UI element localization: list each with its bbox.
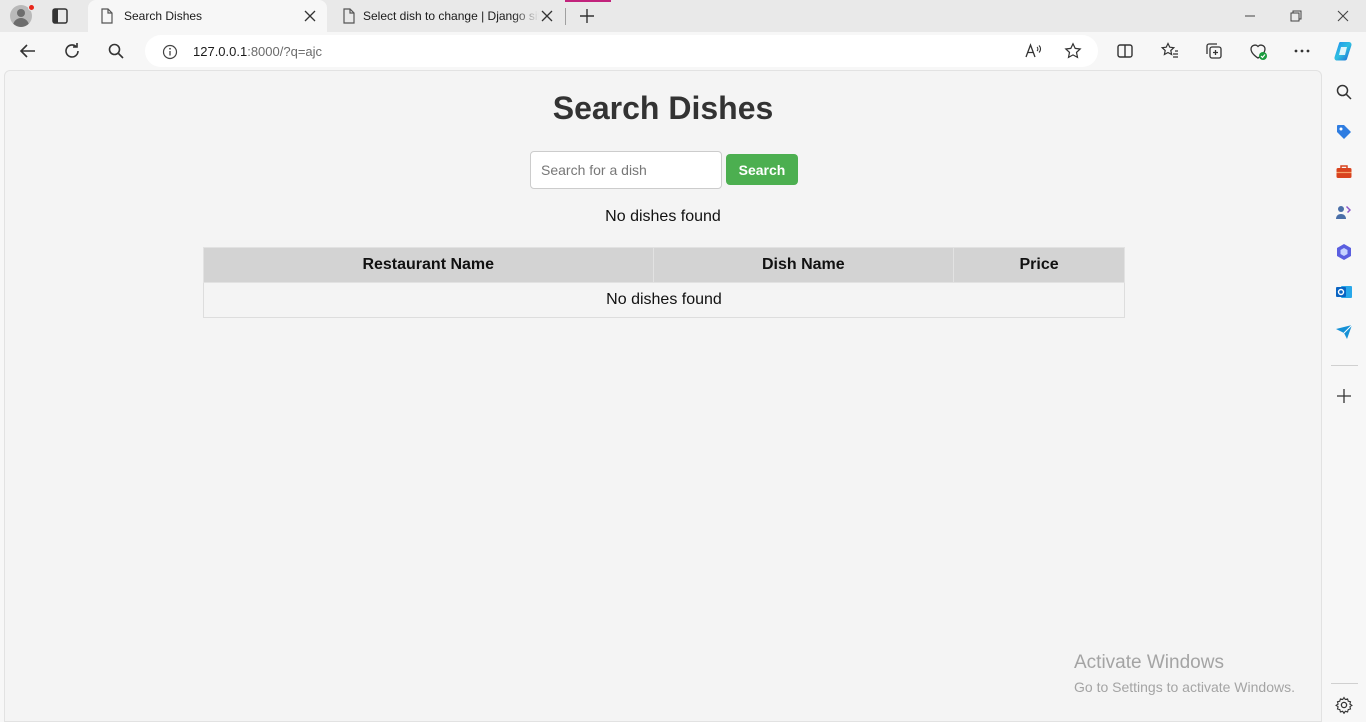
page-icon — [101, 8, 113, 24]
url-path: :8000/?q=ajc — [247, 44, 323, 59]
read-aloud-icon[interactable] — [1024, 42, 1042, 60]
column-header-price: Price — [953, 247, 1125, 283]
tab-django-admin[interactable]: Select dish to change | Django site admi… — [330, 0, 564, 32]
windows-activation-watermark: Activate Windows Go to Settings to activ… — [1074, 652, 1295, 695]
m365-icon[interactable] — [1335, 243, 1353, 261]
copilot-icon[interactable] — [1332, 39, 1356, 63]
column-header-dish: Dish Name — [652, 247, 955, 283]
info-icon[interactable] — [162, 44, 178, 60]
search-icon[interactable] — [106, 41, 126, 61]
new-tab-accent — [565, 0, 611, 2]
split-screen-icon[interactable] — [1115, 41, 1135, 61]
watermark-subtitle: Go to Settings to activate Windows. — [1074, 679, 1295, 695]
refresh-icon[interactable] — [62, 41, 82, 61]
favorites-icon[interactable] — [1160, 41, 1180, 61]
restore-icon[interactable] — [1288, 8, 1304, 24]
tools-briefcase-icon[interactable] — [1335, 163, 1353, 181]
browser-toolbar: 127.0.0.1:8000/?q=ajc — [0, 32, 1366, 70]
table-header-row: Restaurant Name Dish Name Price — [203, 247, 1125, 283]
page-title: Search Dishes — [552, 90, 774, 126]
search-input[interactable] — [530, 151, 722, 189]
back-icon[interactable] — [18, 41, 38, 61]
tab-search-dishes[interactable]: Search Dishes — [88, 0, 327, 32]
settings-gear-icon[interactable] — [1335, 696, 1353, 714]
page-viewport: Search Dishes Search No dishes found Res… — [4, 70, 1322, 722]
close-icon[interactable] — [303, 9, 317, 23]
address-bar[interactable]: 127.0.0.1:8000/?q=ajc — [145, 35, 1098, 67]
favorite-star-icon[interactable] — [1064, 42, 1082, 60]
new-tab-icon[interactable] — [576, 5, 598, 27]
sidebar-divider — [1331, 365, 1358, 366]
url-host: 127.0.0.1 — [193, 44, 248, 59]
collections-icon[interactable] — [1204, 41, 1224, 61]
close-window-icon[interactable] — [1335, 8, 1351, 24]
shopping-tag-icon[interactable] — [1335, 123, 1353, 141]
tab-strip: Search Dishes Select dish to change | Dj… — [0, 0, 1366, 32]
notification-dot-icon — [28, 4, 35, 11]
sidebar-divider — [1331, 683, 1358, 684]
close-icon[interactable] — [540, 9, 554, 23]
games-icon[interactable] — [1335, 203, 1353, 221]
more-options-icon[interactable] — [1292, 41, 1312, 61]
outlook-icon[interactable] — [1335, 283, 1353, 301]
page-icon — [343, 8, 355, 24]
add-icon[interactable] — [1335, 387, 1353, 405]
tab-separator — [565, 8, 566, 25]
tab-title: Select dish to change | Django site admi… — [363, 9, 539, 23]
column-header-restaurant: Restaurant Name — [203, 247, 654, 283]
browser-essentials-icon[interactable] — [1248, 41, 1268, 61]
send-drop-icon[interactable] — [1335, 323, 1353, 341]
url-text[interactable]: 127.0.0.1:8000/?q=ajc — [193, 44, 322, 59]
tab-actions-icon[interactable] — [50, 6, 70, 26]
edge-sidebar — [1323, 70, 1366, 722]
empty-table-message: No dishes found — [203, 282, 1125, 318]
minimize-icon[interactable] — [1242, 8, 1258, 24]
no-results-message: No dishes found — [605, 208, 721, 225]
watermark-title: Activate Windows — [1074, 652, 1224, 673]
dishes-table: Restaurant Name Dish Name Price No dishe… — [203, 247, 1125, 318]
table-row: No dishes found — [203, 282, 1125, 318]
tab-title: Search Dishes — [124, 9, 203, 23]
search-button[interactable]: Search — [726, 154, 798, 185]
sidebar-search-icon[interactable] — [1335, 83, 1353, 101]
